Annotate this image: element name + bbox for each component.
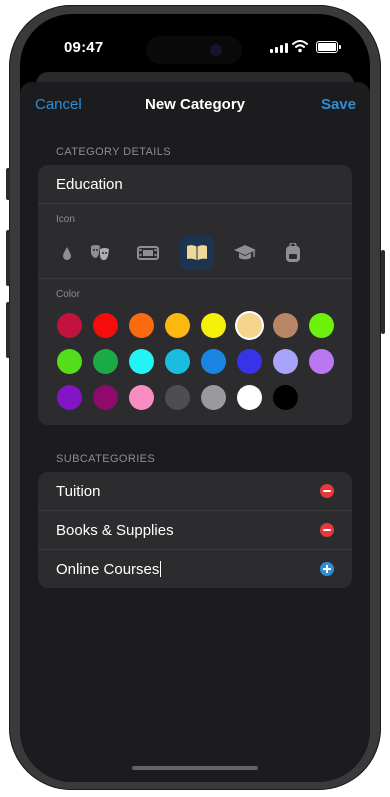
color-swatch[interactable] [201,385,226,410]
action-button [6,168,10,200]
icon-picker [38,234,352,279]
color-swatch[interactable] [273,385,298,410]
subcategory-label: Books & Supplies [56,522,174,539]
color-swatch[interactable] [93,349,118,374]
section-header-details: CATEGORY DETAILS [56,146,172,158]
color-swatch[interactable] [309,313,334,338]
color-swatch[interactable] [273,349,298,374]
color-swatch[interactable] [93,313,118,338]
screen: 09:47 Cancel New Category Save CATEGORY … [20,14,370,782]
battery-icon [316,41,341,53]
subcategory-row: Books & Supplies [38,511,352,550]
nav-bar: Cancel New Category Save [20,82,370,128]
camera-icon [210,44,222,56]
icon-label: Icon [56,214,75,225]
color-picker [38,307,352,425]
color-swatch[interactable] [129,349,154,374]
color-swatch[interactable] [57,349,82,374]
color-swatch[interactable] [129,385,154,410]
category-name-field[interactable]: Education [38,165,352,204]
side-button [381,250,385,334]
book-open-icon[interactable] [180,236,214,270]
color-swatch[interactable] [201,349,226,374]
status-time: 09:47 [64,39,104,56]
color-swatch[interactable] [201,313,226,338]
volume-down-button [6,302,10,358]
subcategory-label: Tuition [56,483,101,500]
remove-icon[interactable] [320,484,334,498]
color-label: Color [56,289,80,300]
backpack-icon[interactable] [276,236,310,270]
save-button[interactable]: Save [321,96,356,113]
add-icon[interactable] [320,562,334,576]
new-subcategory-field[interactable]: Online Courses [38,550,352,588]
details-card: Education Icon Color [38,165,352,425]
film-frame-icon[interactable] [131,236,165,270]
dynamic-island [146,36,242,64]
color-swatch[interactable] [237,349,262,374]
graduation-cap-icon[interactable] [228,236,262,270]
color-swatch[interactable] [165,385,190,410]
category-name-value: Education [56,176,123,193]
volume-up-button [6,230,10,286]
color-swatch[interactable] [165,349,190,374]
color-swatch[interactable] [237,385,262,410]
new-subcategory-value: Online Courses [56,561,160,578]
status-bar: 09:47 [20,14,370,74]
color-swatch[interactable] [237,313,262,338]
home-indicator [132,766,258,770]
remove-icon[interactable] [320,523,334,537]
color-swatch[interactable] [93,385,118,410]
wifi-icon [292,40,308,53]
color-swatch[interactable] [309,349,334,374]
drop-icon[interactable] [50,236,84,270]
color-swatch[interactable] [273,313,298,338]
color-swatch[interactable] [165,313,190,338]
color-swatch[interactable] [129,313,154,338]
cellular-signal-icon [270,42,288,53]
theater-masks-icon[interactable] [83,236,117,270]
color-swatch[interactable] [57,385,82,410]
subcategory-row: Tuition [38,472,352,511]
text-cursor [160,561,162,577]
subcategories-card: Tuition Books & Supplies Online Courses [38,472,352,588]
page-title: New Category [144,96,246,113]
section-header-subcategories: SUBCATEGORIES [56,453,156,465]
color-swatch[interactable] [57,313,82,338]
new-category-sheet: Cancel New Category Save CATEGORY DETAIL… [20,82,370,782]
